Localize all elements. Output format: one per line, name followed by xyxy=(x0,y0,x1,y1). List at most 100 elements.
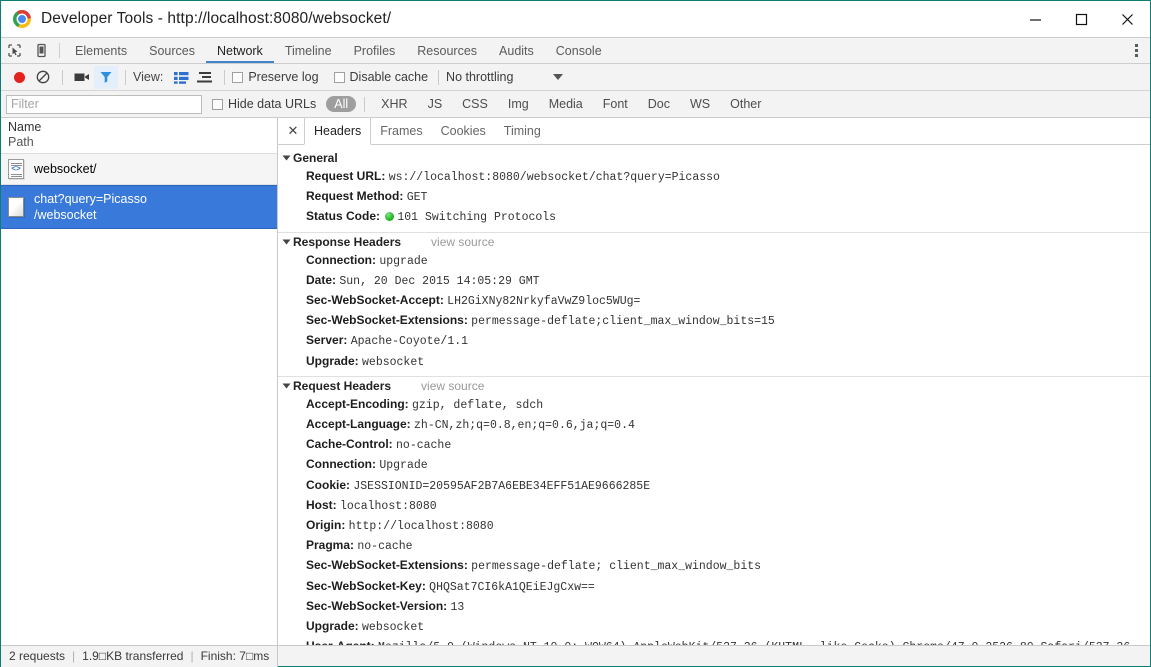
clear-icon[interactable] xyxy=(31,66,55,89)
caret-down-icon xyxy=(553,74,564,80)
header-key: Server: xyxy=(306,333,348,348)
type-filter-font[interactable]: Font xyxy=(595,96,636,112)
table-row[interactable]: chat?query=Picasso /websocket xyxy=(1,185,277,229)
type-filter-doc[interactable]: Doc xyxy=(640,96,678,112)
minimize-button[interactable] xyxy=(1012,1,1058,37)
section-response-headers-header[interactable]: Response Headers view source xyxy=(278,233,1150,251)
view-source-link[interactable]: view source xyxy=(431,235,494,249)
header-key: Accept-Encoding: xyxy=(306,396,409,411)
request-list-panel: Name Path websocket/ chat?query=Picasso … xyxy=(1,118,278,645)
header-value: websocket xyxy=(362,355,425,369)
throttling-dropdown[interactable]: No throttling xyxy=(446,70,564,84)
tab-profiles[interactable]: Profiles xyxy=(343,38,407,63)
title-bar: Developer Tools - http://localhost:8080/… xyxy=(1,1,1150,37)
header-row: Date: Sun, 20 Dec 2015 14:05:29 GMT xyxy=(278,271,1150,291)
transferred-size: 1.9□KB transferred xyxy=(82,649,184,663)
tab-cookies[interactable]: Cookies xyxy=(432,118,495,144)
header-value: 101 Switching Protocols xyxy=(397,211,557,225)
header-key: Origin: xyxy=(306,518,346,533)
header-value: permessage-deflate; client_max_window_bi… xyxy=(471,560,762,574)
header-row: Accept-Encoding: gzip, deflate, sdch xyxy=(278,395,1150,415)
tab-network[interactable]: Network xyxy=(206,38,274,63)
preserve-log-box[interactable] xyxy=(232,71,244,83)
type-filter-img[interactable]: Img xyxy=(500,96,537,112)
close-button[interactable] xyxy=(1104,1,1150,37)
hide-data-urls-checkbox[interactable]: Hide data URLs xyxy=(212,97,316,111)
header-row: Origin: http://localhost:8080 xyxy=(278,516,1150,536)
header-row: Status Code: 101 Switching Protocols xyxy=(278,207,1150,227)
hide-data-urls-label: Hide data URLs xyxy=(228,97,317,111)
section-general-header[interactable]: General xyxy=(278,149,1150,167)
tab-timing[interactable]: Timing xyxy=(495,118,550,144)
request-list-header[interactable]: Name Path xyxy=(1,118,277,154)
toolbar-divider-4 xyxy=(438,69,440,85)
header-value: localhost:8080 xyxy=(340,499,437,513)
tab-frames[interactable]: Frames xyxy=(371,118,431,144)
hide-data-urls-box[interactable] xyxy=(212,98,223,110)
header-key: Upgrade: xyxy=(306,353,359,368)
type-filter-css[interactable]: CSS xyxy=(454,96,496,112)
header-key: Sec-WebSocket-Key: xyxy=(306,578,426,593)
request-name-path: chat?query=Picasso /websocket xyxy=(34,191,147,223)
header-key: Cache-Control: xyxy=(306,437,393,452)
resource-type-filters: All XHR JS CSS Img Media Font Doc WS Oth… xyxy=(324,96,771,112)
type-filter-xhr[interactable]: XHR xyxy=(373,96,415,112)
header-row: Sec-WebSocket-Extensions: permessage-def… xyxy=(278,311,1150,331)
toolbar-divider-1 xyxy=(62,69,63,85)
header-row: Sec-WebSocket-Extensions: permessage-def… xyxy=(278,556,1150,576)
section-response-headers: Response Headers view source Connection:… xyxy=(278,233,1150,377)
maximize-button[interactable] xyxy=(1058,1,1104,37)
record-icon[interactable] xyxy=(7,66,31,89)
header-row: Upgrade: websocket xyxy=(278,352,1150,372)
preserve-log-checkbox[interactable]: Preserve log xyxy=(232,70,319,84)
search-input[interactable] xyxy=(6,94,202,114)
type-filter-js[interactable]: JS xyxy=(420,96,451,112)
header-value: permessage-deflate;client_max_window_bit… xyxy=(471,315,775,329)
column-header-name[interactable]: Name xyxy=(8,120,277,135)
document-code-icon xyxy=(8,159,24,179)
device-toolbar-icon[interactable] xyxy=(28,38,55,63)
type-filter-other[interactable]: Other xyxy=(722,96,769,112)
header-key: Date: xyxy=(306,272,337,287)
section-title: Request Headers xyxy=(293,378,392,393)
disable-cache-checkbox[interactable]: Disable cache xyxy=(333,70,428,84)
preserve-log-label: Preserve log xyxy=(248,70,319,84)
section-request-headers: Request Headers view source Accept-Encod… xyxy=(278,377,1150,645)
inspect-cursor-icon[interactable] xyxy=(1,38,28,63)
tab-console[interactable]: Console xyxy=(545,38,613,63)
status-ok-icon xyxy=(385,212,395,222)
tab-elements[interactable]: Elements xyxy=(64,38,138,63)
funnel-icon[interactable] xyxy=(94,65,118,89)
view-source-link[interactable]: view source xyxy=(421,379,484,393)
list-view-icon[interactable] xyxy=(169,66,193,89)
tab-sources[interactable]: Sources xyxy=(138,38,206,63)
camera-icon[interactable] xyxy=(70,66,94,89)
header-value: websocket xyxy=(362,621,425,635)
detail-panel: ✕ Headers Frames Cookies Timing General … xyxy=(278,118,1150,645)
status-summary: 2 requests | 1.9□KB transferred | Finish… xyxy=(1,645,279,667)
type-filter-media[interactable]: Media xyxy=(541,96,591,112)
type-filter-ws[interactable]: WS xyxy=(682,96,718,112)
request-name: websocket/ xyxy=(34,162,97,176)
disable-cache-box[interactable] xyxy=(333,71,345,83)
tab-audits[interactable]: Audits xyxy=(488,38,545,63)
status-separator: | xyxy=(190,649,194,663)
section-request-headers-header[interactable]: Request Headers view source xyxy=(278,377,1150,395)
type-filter-all[interactable]: All xyxy=(326,96,357,112)
waterfall-view-icon[interactable] xyxy=(193,66,217,89)
close-icon[interactable]: ✕ xyxy=(282,118,304,144)
header-value: Sun, 20 Dec 2015 14:05:29 GMT xyxy=(339,274,540,288)
header-key: Sec-WebSocket-Extensions: xyxy=(306,313,468,328)
requests-count: 2 requests xyxy=(9,649,66,663)
tab-timeline[interactable]: Timeline xyxy=(274,38,343,63)
table-row[interactable]: websocket/ xyxy=(1,154,277,185)
header-row: User-Agent: Mozilla/5.0 (Windows NT 10.0… xyxy=(278,637,1150,645)
header-row: Sec-WebSocket-Version: 13 xyxy=(278,597,1150,617)
status-separator: | xyxy=(72,649,76,663)
triangle-down-icon xyxy=(282,239,291,245)
tab-headers[interactable]: Headers xyxy=(304,118,372,145)
view-label: View: xyxy=(133,70,164,84)
tab-resources[interactable]: Resources xyxy=(406,38,488,63)
column-header-path[interactable]: Path xyxy=(8,135,277,150)
more-vertical-icon[interactable] xyxy=(1122,37,1150,64)
